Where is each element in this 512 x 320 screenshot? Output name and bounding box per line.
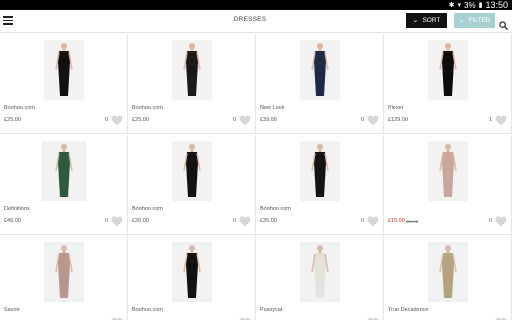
product-brand: Definitions xyxy=(4,206,30,212)
page-title: DRESSES xyxy=(233,16,267,23)
product-brand: Boohoo.com xyxy=(4,105,35,111)
heart-icon[interactable] xyxy=(367,315,379,320)
like-count: 0 xyxy=(232,218,236,224)
product-image xyxy=(428,242,468,302)
sort-button[interactable]: ⌄ SORT xyxy=(406,13,447,28)
product-image xyxy=(44,40,84,100)
status-bar: ✱ ▾ 3% ▮ 13:50 xyxy=(0,0,512,10)
product-grid: Boohoo.com £25.00 0 Boohoo.com £25.00 0 New Lo… xyxy=(0,34,512,320)
product-brand: Boohoo.com xyxy=(132,105,163,111)
heart-icon[interactable] xyxy=(111,214,123,227)
product-image xyxy=(300,141,340,201)
product-image xyxy=(172,242,212,302)
heart-icon[interactable] xyxy=(111,113,123,126)
product-brand: Boohoo.com xyxy=(132,307,163,313)
product-card[interactable]: Boohoo.com £35.00 0 xyxy=(256,135,384,235)
original-price: £34.75 xyxy=(406,219,419,224)
like-count: 0 xyxy=(360,218,364,224)
product-image xyxy=(428,141,468,201)
product-brand: Pussycat xyxy=(260,307,283,313)
like-count: 0 xyxy=(360,117,364,123)
product-card[interactable]: Boohoo.com £25.00 0 xyxy=(0,34,128,134)
heart-icon[interactable] xyxy=(495,214,507,227)
like-count: 0 xyxy=(488,218,492,224)
product-brand: Plexer xyxy=(388,105,404,111)
product-image xyxy=(44,242,84,302)
filter-label: FILTER xyxy=(468,17,491,24)
product-card[interactable]: True Decadence xyxy=(384,236,512,320)
heart-icon[interactable] xyxy=(367,214,379,227)
like-count: 0 xyxy=(104,218,108,224)
product-price: £35.00 xyxy=(260,218,277,224)
battery-percent: 3% xyxy=(464,0,476,10)
product-price: £129.00 xyxy=(388,117,408,123)
chevron-down-icon: ⌄ xyxy=(412,17,419,24)
hamburger-menu-icon[interactable] xyxy=(3,16,13,25)
product-brand: True Decadence xyxy=(388,307,429,313)
chevron-down-icon: ⌄ xyxy=(458,17,465,24)
heart-icon[interactable] xyxy=(495,113,507,126)
product-card[interactable]: Pussycat xyxy=(256,236,384,320)
like-count: 1 xyxy=(488,117,492,123)
product-image xyxy=(172,40,212,100)
like-count: 0 xyxy=(232,117,236,123)
wifi-icon: ▾ xyxy=(457,2,462,9)
product-price: £15.99 xyxy=(388,218,405,224)
heart-icon[interactable] xyxy=(239,214,251,227)
product-image xyxy=(300,40,340,100)
product-brand: New Look xyxy=(260,105,285,111)
product-price: £30.00 xyxy=(132,218,149,224)
product-price: £49.00 xyxy=(4,218,21,224)
status-indicators: ✱ ▾ 3% ▮ 13:50 xyxy=(449,0,508,10)
product-card[interactable]: Savoir xyxy=(0,236,128,320)
heart-icon[interactable] xyxy=(111,315,123,320)
product-price: £25.00 xyxy=(132,117,149,123)
heart-icon[interactable] xyxy=(239,315,251,320)
clock: 13:50 xyxy=(485,0,508,10)
product-price: £25.00 xyxy=(4,117,21,123)
heart-icon[interactable] xyxy=(495,315,507,320)
filter-button[interactable]: ⌄ FILTER xyxy=(454,13,495,28)
product-brand: Boohoo.com xyxy=(260,206,291,212)
product-image xyxy=(172,141,212,201)
product-card[interactable]: Boohoo.com xyxy=(128,236,256,320)
search-icon[interactable] xyxy=(499,17,508,30)
product-card[interactable]: £15.99 £34.75 0 xyxy=(384,135,512,235)
product-card[interactable]: Boohoo.com £25.00 0 xyxy=(128,34,256,134)
bluetooth-icon: ✱ xyxy=(448,2,455,9)
product-image xyxy=(300,242,340,302)
product-price: £39.99 xyxy=(260,117,277,123)
app-bar: DRESSES ⌄ SORT ⌄ FILTER xyxy=(0,10,512,33)
heart-icon[interactable] xyxy=(367,113,379,126)
sort-label: SORT xyxy=(422,17,441,24)
product-brand: Boohoo.com xyxy=(132,206,163,212)
product-card[interactable]: Plexer £129.00 1 xyxy=(384,34,512,134)
product-image xyxy=(428,40,468,100)
heart-icon[interactable] xyxy=(239,113,251,126)
like-count: 0 xyxy=(104,117,108,123)
product-image xyxy=(42,141,86,201)
product-card[interactable]: New Look £39.99 0 xyxy=(256,34,384,134)
battery-icon: ▮ xyxy=(478,2,483,9)
product-card[interactable]: Boohoo.com £30.00 0 xyxy=(128,135,256,235)
product-brand: Savoir xyxy=(4,307,20,313)
product-card[interactable]: Definitions £49.00 0 xyxy=(0,135,128,235)
